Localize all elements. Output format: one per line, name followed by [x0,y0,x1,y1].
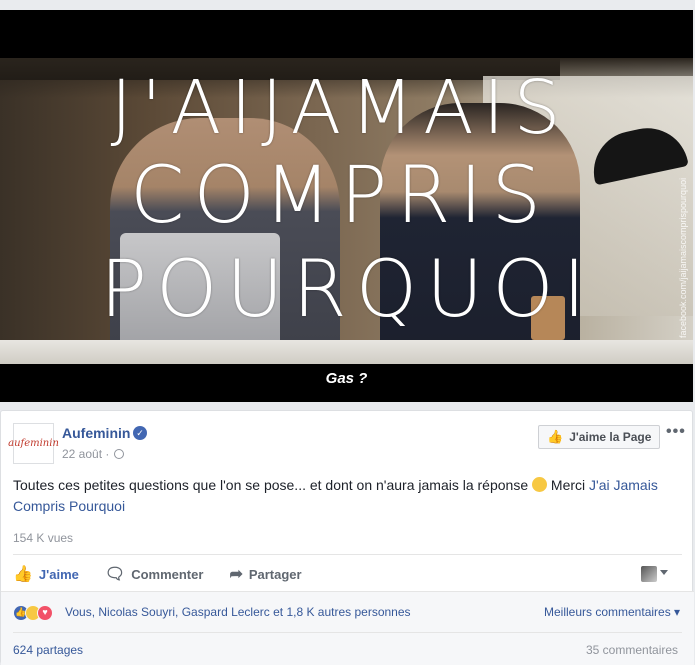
video-player[interactable]: J'AIJAMAIS COMPRIS POURQUOI facebook.com… [0,10,693,402]
video-title-line-3: POURQUOI [100,245,595,335]
avatar-logo-text: aufeminin [8,438,59,449]
comment-button[interactable]: 🗨 Commenter [105,564,204,584]
comment-label: Commenter [131,566,204,582]
viewer-avatar[interactable] [641,566,657,582]
video-title-line-2: COMPRIS [130,151,550,241]
more-options-icon[interactable]: ••• [666,423,686,441]
like-page-label: J'aime la Page [569,430,652,444]
video-subtitle: Gas ? [325,370,368,387]
page-name-link[interactable]: Aufeminin [62,425,130,441]
post-body-merci: Merci [547,477,590,493]
post-card: aufeminin Aufeminin ✓ 22 août · 👍 J'aime… [0,410,694,665]
like-page-button[interactable]: 👍 J'aime la Page [538,425,661,449]
reactions-summary[interactable]: Vous, Nicolas Souyri, Gaspard Leclerc et… [65,605,411,619]
comment-bubble-icon: 🗨 [104,566,126,583]
page-avatar[interactable]: aufeminin [8,423,59,464]
view-count: 154 K vues [13,531,74,545]
post-text: Toutes ces petites questions que l'on se… [13,475,683,517]
globe-icon [114,449,124,459]
share-button[interactable]: ➦ Partager [229,564,301,584]
divider [13,632,682,633]
like-label: J'aime [38,566,79,582]
divider [13,554,682,555]
post-date[interactable]: 22 août · [62,447,109,461]
video-watermark: facebook.com/jaijamaiscomprispourquoi [678,177,688,338]
reaction-icons[interactable]: 👍 ♥ [13,605,53,621]
post-body-text: Toutes ces petites questions que l'on se… [13,477,529,493]
laughing-emoji-icon [532,477,548,492]
shares-count[interactable]: 624 partages [13,643,83,657]
comments-count[interactable]: 35 commentaires [586,643,678,657]
share-label: Partager [248,566,302,582]
love-reaction-icon: ♥ [37,605,53,621]
verified-badge-icon: ✓ [133,426,147,440]
top-strip [0,0,695,10]
thumbs-up-icon: 👍 [13,566,33,583]
reactions-section: 👍 ♥ Vous, Nicolas Souyri, Gaspard Lecler… [1,591,694,665]
share-arrow-icon: ➦ [229,566,243,583]
scene-desk [0,340,693,364]
like-button[interactable]: 👍 J'aime [13,564,79,584]
thumbs-up-icon: 👍 [547,429,564,444]
action-bar: 👍 J'aime 🗨 Commenter ➦ Partager [13,561,328,587]
comment-sort-dropdown[interactable]: Meilleurs commentaires ▾ [544,605,680,619]
video-overlay-title: J'AIJAMAIS COMPRIS POURQUOI [100,65,595,338]
chevron-down-icon[interactable] [660,570,668,575]
video-title-line-1: J'AIJAMAIS [110,65,570,151]
